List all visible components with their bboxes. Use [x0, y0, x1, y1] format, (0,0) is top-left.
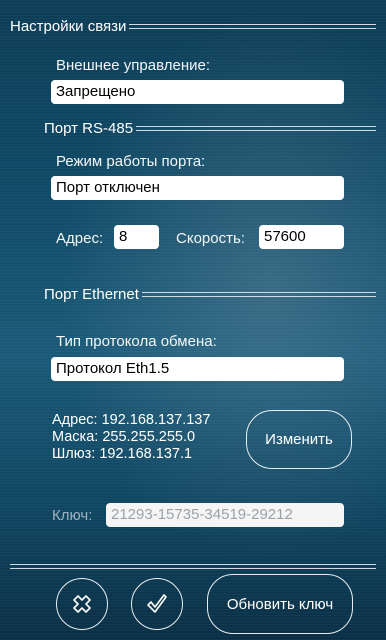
- section-rs485: Порт RS-485: [44, 120, 376, 137]
- port-mode-label: Режим работы порта:: [56, 153, 206, 170]
- ok-button[interactable]: [131, 578, 183, 630]
- protocol-field[interactable]: Протокол Eth1.5: [51, 357, 344, 381]
- section-title: Порт RS-485: [44, 120, 134, 137]
- section-ethernet: Порт Ethernet: [44, 286, 376, 303]
- ethernet-info: Адрес: 192.168.137.137 Маска: 255.255.25…: [52, 412, 210, 463]
- section-rule: [129, 24, 376, 29]
- eth-mask: Маска: 255.255.255.0: [52, 429, 196, 445]
- port-mode-field[interactable]: Порт отключен: [51, 176, 344, 200]
- eth-address: Адрес: 192.168.137.137: [52, 412, 211, 428]
- cross-icon: [73, 595, 91, 613]
- key-label: Ключ:: [52, 507, 93, 524]
- speed-label: Скорость:: [176, 230, 245, 247]
- address-label: Адрес:: [56, 230, 104, 247]
- speed-field[interactable]: 57600: [259, 225, 344, 249]
- section-title: Настройки связи: [10, 18, 127, 35]
- bottom-divider: [10, 564, 376, 569]
- external-control-field[interactable]: Запрещено: [51, 80, 344, 104]
- section-rule: [136, 126, 376, 131]
- section-rule: [141, 292, 376, 297]
- check-icon: [147, 594, 167, 613]
- section-title: Порт Ethernet: [44, 286, 139, 303]
- section-comm-settings: Настройки связи: [10, 18, 376, 35]
- eth-gateway: Шлюз: 192.168.137.1: [52, 446, 193, 462]
- external-control-label: Внешнее управление:: [56, 57, 210, 74]
- update-key-button[interactable]: Обновить ключ: [207, 574, 353, 634]
- protocol-label: Тип протокола обмена:: [56, 333, 217, 350]
- change-button[interactable]: Изменить: [246, 410, 352, 469]
- address-field[interactable]: 8: [114, 225, 159, 249]
- cancel-button[interactable]: [56, 578, 108, 630]
- key-field: 21293-15735-34519-29212: [106, 503, 344, 527]
